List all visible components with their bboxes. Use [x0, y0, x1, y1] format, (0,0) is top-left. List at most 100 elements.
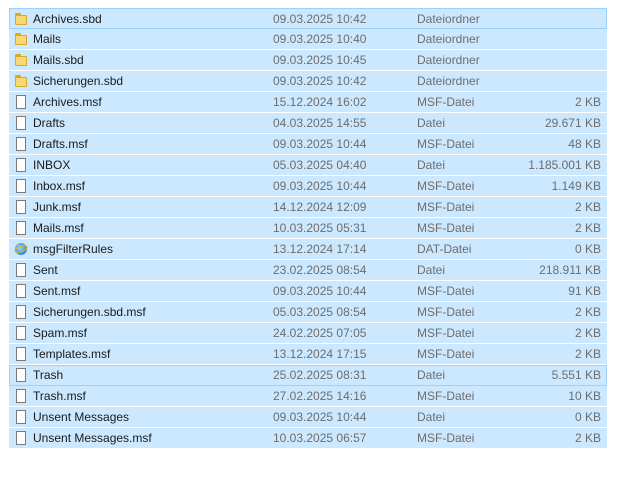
file-date: 09.03.2025 10:42 — [273, 12, 367, 26]
file-name: Drafts.msf — [33, 137, 88, 151]
file-icon — [14, 326, 28, 340]
file-type: MSF-Datei — [417, 389, 475, 403]
file-date: 24.02.2025 07:05 — [273, 326, 367, 340]
file-row[interactable]: Sicherungen.sbd 09.03.2025 10:42 Dateiordn… — [9, 71, 607, 92]
browser-icon — [13, 242, 29, 256]
file-row[interactable]: Mails.msf 10.03.2025 05:31 MSF-Datei 2 KB — [9, 218, 607, 239]
file-type: Dateiordner — [417, 53, 480, 67]
file-date: 05.03.2025 04:40 — [273, 158, 367, 172]
file-icon — [14, 347, 28, 361]
file-row[interactable]: msgFilterRules 13.12.2024 17:14 DAT-Datei 0… — [9, 239, 607, 260]
file-name: Inbox.msf — [33, 179, 86, 193]
file-row[interactable]: Archives.msf 15.12.2024 16:02 MSF-Datei 2 K… — [9, 92, 607, 113]
folder-icon — [14, 53, 28, 67]
file-size: 0 KB — [574, 410, 601, 424]
file-name: Mails.msf — [33, 221, 84, 235]
file-date: 09.03.2025 10:45 — [273, 53, 367, 67]
file-date: 05.03.2025 08:54 — [273, 305, 367, 319]
file-size: 5.551 KB — [551, 368, 601, 382]
file-row[interactable]: Sent 23.02.2025 08:54 Datei 218.911 KB — [9, 260, 607, 281]
file-date: 09.03.2025 10:44 — [273, 137, 367, 151]
file-size: 2 KB — [574, 305, 601, 319]
file-row[interactable]: Drafts.msf 09.03.2025 10:44 MSF-Datei 48 KB — [9, 134, 607, 155]
file-icon — [14, 137, 28, 151]
folder-icon — [14, 32, 28, 46]
file-row[interactable]: Unsent Messages 09.03.2025 10:44 Datei 0 KB — [9, 407, 607, 428]
file-name: msgFilterRules — [33, 242, 114, 256]
file-size: 2 KB — [574, 431, 601, 445]
file-date: 14.12.2024 12:09 — [273, 200, 367, 214]
file-row[interactable]: INBOX 05.03.2025 04:40 Datei 1.185.001 KB — [9, 155, 607, 176]
file-date: 23.02.2025 08:54 — [273, 263, 367, 277]
file-size: 2 KB — [574, 200, 601, 214]
file-icon — [14, 305, 28, 319]
file-size: 0 KB — [574, 242, 601, 256]
file-date: 09.03.2025 10:40 — [273, 32, 367, 46]
file-icon — [14, 368, 28, 382]
file-date: 15.12.2024 16:02 — [273, 95, 367, 109]
file-row[interactable]: Sicherungen.sbd.msf 05.03.2025 08:54 MSF-D… — [9, 302, 607, 323]
file-row[interactable]: Templates.msf 13.12.2024 17:15 MSF-Datei 2 … — [9, 344, 607, 365]
file-date: 27.02.2025 14:16 — [273, 389, 367, 403]
folder-icon — [14, 74, 28, 88]
file-type: MSF-Datei — [417, 137, 475, 151]
file-name: Sent — [33, 263, 58, 277]
file-name: Spam.msf — [33, 326, 88, 340]
file-name: Junk.msf — [33, 200, 82, 214]
file-icon — [14, 431, 28, 445]
folder-icon — [14, 12, 28, 26]
file-type: MSF-Datei — [417, 221, 475, 235]
file-name: Mails — [33, 32, 62, 46]
file-type: MSF-Datei — [417, 95, 475, 109]
file-size: 48 KB — [568, 137, 601, 151]
file-date: 13.12.2024 17:15 — [273, 347, 367, 361]
file-row[interactable]: Trash.msf 27.02.2025 14:16 MSF-Datei 10 KB — [9, 386, 607, 407]
file-size: 91 KB — [568, 284, 601, 298]
file-icon — [14, 116, 28, 130]
file-size: 2 KB — [574, 221, 601, 235]
file-icon — [14, 389, 28, 403]
file-type: Datei — [417, 263, 446, 277]
file-row[interactable]: Mails.sbd 09.03.2025 10:45 Dateiordner — [9, 50, 607, 71]
file-type: MSF-Datei — [417, 305, 475, 319]
file-row[interactable]: Trash 25.02.2025 08:31 Datei 5.551 KB — [9, 365, 607, 386]
file-row[interactable]: Inbox.msf 09.03.2025 10:44 MSF-Datei 1.149 … — [9, 176, 607, 197]
file-size: 2 KB — [574, 347, 601, 361]
file-icon — [14, 263, 28, 277]
file-size: 218.911 KB — [539, 263, 601, 277]
file-date: 09.03.2025 10:44 — [273, 284, 367, 298]
file-date: 10.03.2025 05:31 — [273, 221, 367, 235]
file-row[interactable]: Archives.sbd 09.03.2025 10:42 Dateiordner — [9, 8, 607, 29]
file-row[interactable]: Mails 09.03.2025 10:40 Dateiordner — [9, 29, 607, 50]
file-type: Datei — [417, 410, 446, 424]
file-date: 10.03.2025 06:57 — [273, 431, 367, 445]
file-icon — [14, 179, 28, 193]
file-row[interactable]: Drafts 04.03.2025 14:55 Datei 29.671 KB — [9, 113, 607, 134]
file-type: Datei — [417, 158, 446, 172]
file-icon — [14, 200, 28, 214]
file-row[interactable]: Unsent Messages.msf 10.03.2025 06:57 MSF-D… — [9, 428, 607, 449]
file-row[interactable]: Spam.msf 24.02.2025 07:05 MSF-Datei 2 KB — [9, 323, 607, 344]
file-icon — [14, 95, 28, 109]
file-row[interactable]: Junk.msf 14.12.2024 12:09 MSF-Datei 2 KB — [9, 197, 607, 218]
file-date: 25.02.2025 08:31 — [273, 368, 367, 382]
file-type: MSF-Datei — [417, 179, 475, 193]
file-icon — [14, 284, 28, 298]
file-name: Sicherungen.sbd.msf — [33, 305, 146, 319]
file-icon — [14, 221, 28, 235]
file-type: MSF-Datei — [417, 347, 475, 361]
file-size: 2 KB — [574, 326, 601, 340]
file-type: Dateiordner — [417, 74, 480, 88]
file-row[interactable]: Sent.msf 09.03.2025 10:44 MSF-Datei 91 KB — [9, 281, 607, 302]
file-name: Templates.msf — [33, 347, 111, 361]
file-name: Archives.sbd — [33, 12, 102, 26]
file-type: DAT-Datei — [417, 242, 472, 256]
file-type: Dateiordner — [417, 12, 480, 26]
file-type: MSF-Datei — [417, 200, 475, 214]
file-name: Trash.msf — [33, 389, 86, 403]
file-type: Datei — [417, 368, 446, 382]
file-name: Mails.sbd — [33, 53, 84, 67]
file-name: Unsent Messages — [33, 410, 130, 424]
file-size: 29.671 KB — [544, 116, 601, 130]
file-list: Archives.sbd 09.03.2025 10:42 Dateiordner M… — [9, 8, 607, 449]
